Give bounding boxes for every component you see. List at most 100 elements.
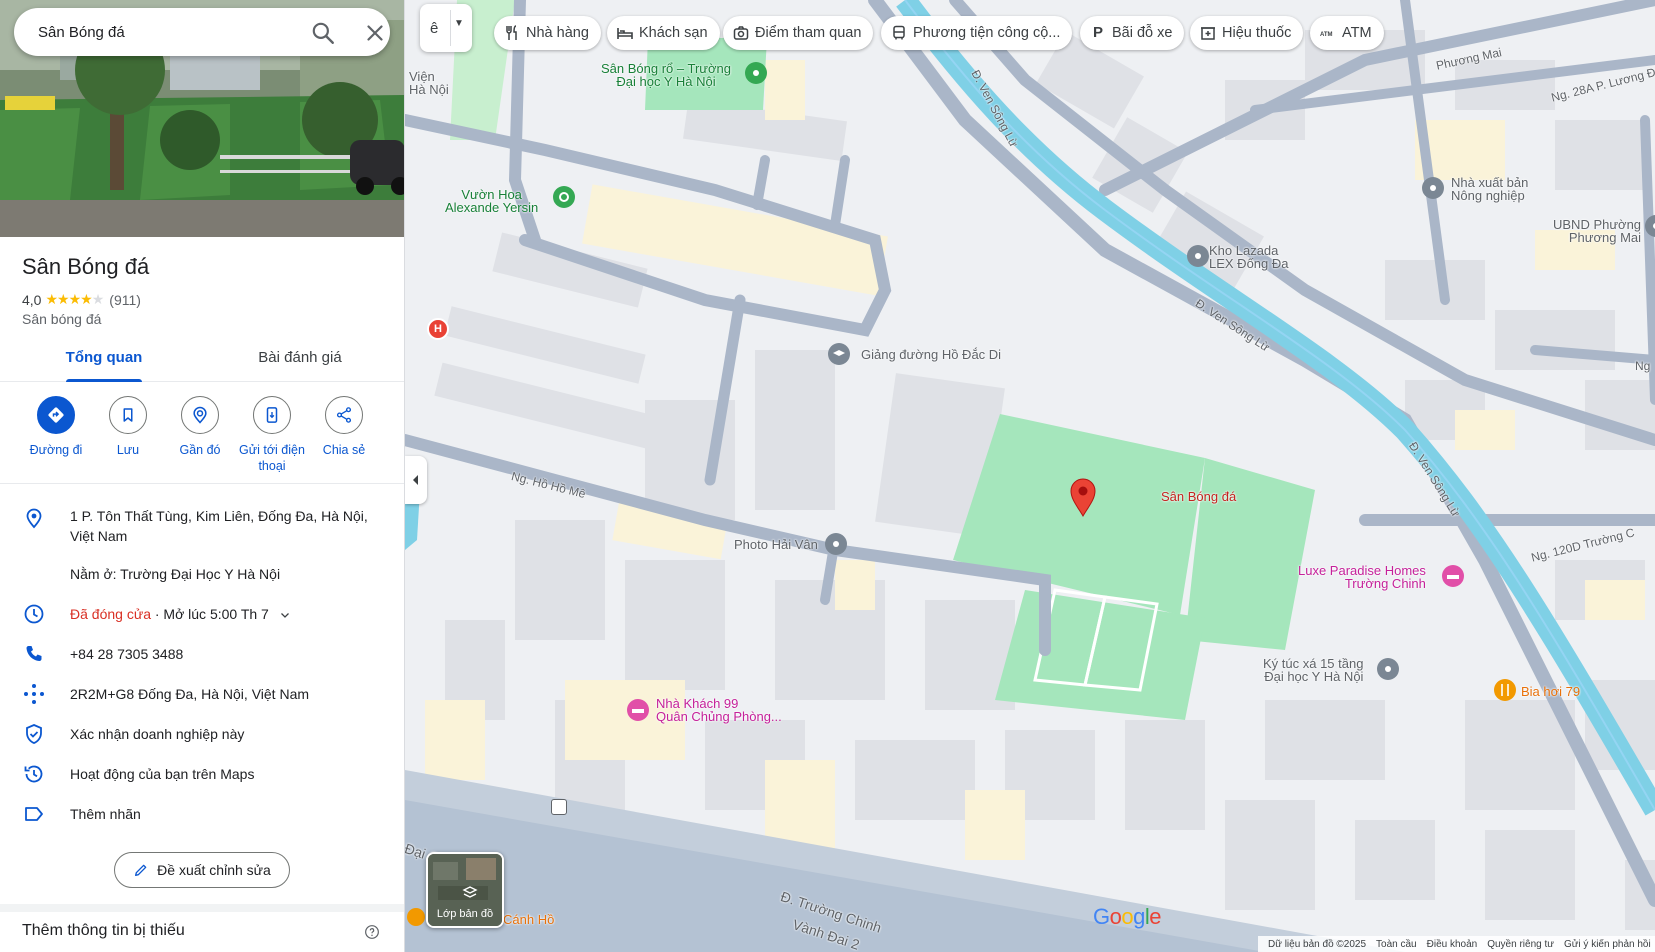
chip-pharmacies[interactable]: Hiệu thuốc bbox=[1190, 16, 1304, 50]
place-tabs: Tổng quan Bài đánh giá bbox=[0, 342, 404, 382]
help-icon[interactable] bbox=[364, 924, 380, 940]
global-link[interactable]: Toàn cầu bbox=[1376, 939, 1417, 950]
map-label-san-bong-da[interactable]: Sân Bóng đá bbox=[1161, 490, 1236, 503]
save-label: Lưu bbox=[116, 443, 140, 457]
suggest-edit-button[interactable]: Đề xuất chỉnh sửa bbox=[114, 852, 290, 888]
dorm-pin-icon[interactable] bbox=[1377, 658, 1399, 680]
map-label-text: Luxe Paradise Homes Trường Chinh bbox=[1298, 563, 1426, 591]
share-label: Chia sẻ bbox=[322, 443, 366, 457]
bus-stop-icon[interactable] bbox=[551, 799, 567, 815]
share-icon bbox=[325, 396, 363, 434]
restaurant-pin-icon[interactable] bbox=[407, 908, 425, 926]
map-label-bia-hoi[interactable]: Bia hơi 79 bbox=[1521, 685, 1580, 698]
plus-code-row[interactable]: 2R2M+G8 Đống Đa, Hà Nội, Việt Nam bbox=[0, 682, 404, 706]
language-selector[interactable]: ê ▼ bbox=[420, 4, 472, 52]
map-label-kho-lazada[interactable]: Kho Lazada LEX Đống Đa bbox=[1209, 244, 1289, 270]
map-label-nxb-nong-nghiep[interactable]: Nhà xuất bản Nông nghiệp bbox=[1451, 176, 1528, 202]
publisher-pin-icon[interactable] bbox=[1422, 177, 1444, 199]
map-label-luxe-paradise[interactable]: Luxe Paradise Homes Trường Chinh bbox=[1298, 564, 1426, 590]
save-button[interactable]: Lưu bbox=[90, 396, 166, 458]
google-maps-window: Sân Bóng đá 4,0 ★★★★★ (911) Sân bóng đá … bbox=[0, 0, 1655, 952]
send-to-phone-button[interactable]: Gửi tới điện thoại bbox=[234, 396, 310, 474]
map-label-vien[interactable]: Viện Hà Nội bbox=[409, 70, 449, 96]
rating-row[interactable]: 4,0 ★★★★★ (911) bbox=[22, 291, 141, 308]
map-layers-button[interactable]: Lớp bản đồ bbox=[426, 852, 504, 928]
google-logo: Google bbox=[1093, 904, 1162, 929]
terms-link[interactable]: Điều khoản bbox=[1427, 939, 1478, 950]
review-count[interactable]: (911) bbox=[109, 292, 141, 308]
rating-stars-icon: ★★★★★ bbox=[45, 291, 104, 308]
map-label-ubnd[interactable]: UBND Phường Phương Mai bbox=[1553, 218, 1641, 244]
place-category[interactable]: Sân bóng đá bbox=[22, 311, 101, 327]
star-icon: ★ bbox=[45, 291, 58, 307]
chip-transit[interactable]: Phương tiện công cộ... bbox=[881, 16, 1073, 50]
rating-value: 4,0 bbox=[22, 291, 42, 308]
tab-overview[interactable]: Tổng quan bbox=[40, 342, 168, 382]
map-label-text: Ký túc xá 15 tầng Đại học Y Hà Nội bbox=[1263, 656, 1364, 684]
map-label-text: Cánh Hồ bbox=[503, 912, 555, 927]
map-label-ky-tuc-xa[interactable]: Ký túc xá 15 tầng Đại học Y Hà Nội bbox=[1263, 657, 1363, 683]
bookmark-icon bbox=[109, 396, 147, 434]
hotel-pin-icon[interactable] bbox=[627, 699, 649, 721]
action-bar: Đường đi Lưu Gần đó Gửi tới điện thoại C… bbox=[0, 390, 404, 482]
map-label-text: UBND Phường Phương Mai bbox=[1553, 217, 1642, 245]
directions-button[interactable]: Đường đi bbox=[18, 396, 94, 458]
chip-label: Điểm tham quan bbox=[755, 25, 862, 41]
share-button[interactable]: Chia sẻ bbox=[306, 396, 382, 458]
map-label-canh-ho[interactable]: Cánh Hồ bbox=[503, 913, 554, 926]
map-canvas[interactable]: H Viện Hà Nội Sân Bóng rổ – Trường Đại h… bbox=[405, 0, 1655, 952]
restaurant-pin-icon[interactable] bbox=[1494, 679, 1516, 701]
privacy-link[interactable]: Quyền riêng tư bbox=[1487, 939, 1554, 950]
claim-business-text: Xác nhận doanh nghiệp này bbox=[70, 726, 245, 742]
map-label-photo-hai-van[interactable]: Photo Hải Vân bbox=[734, 538, 818, 551]
chip-attractions[interactable]: Điểm tham quan bbox=[723, 16, 874, 50]
map-label-san-bong-ro[interactable]: Sân Bóng rổ – Trường Đại học Y Hà Nội bbox=[601, 62, 731, 88]
send-to-phone-label: Gửi tới điện thoại bbox=[239, 443, 305, 473]
star-icon: ★ bbox=[57, 291, 70, 307]
address-row[interactable]: 1 P. Tôn Thất Tùng, Kim Liên, Đống Đa, H… bbox=[0, 506, 404, 550]
park-pin-icon[interactable] bbox=[745, 62, 767, 84]
chevron-down-icon[interactable] bbox=[279, 609, 291, 621]
map-label-vuon-hoa[interactable]: Vườn Hoa Alexande Yersin bbox=[445, 188, 538, 214]
located-in-row[interactable]: Nằm ở: Trường Đại Học Y Hà Nội bbox=[0, 564, 404, 586]
phone-icon bbox=[22, 642, 46, 666]
garden-pin-icon[interactable] bbox=[553, 186, 575, 208]
pharmacy-icon bbox=[1201, 27, 1215, 40]
divider bbox=[450, 10, 451, 46]
hours-row[interactable]: Đã đóng cửa · Mở lúc 5:00 Th 7 bbox=[0, 602, 404, 626]
phone-text: +84 28 7305 3488 bbox=[70, 646, 184, 662]
add-label-row[interactable]: Thêm nhãn bbox=[0, 802, 404, 826]
feedback-link[interactable]: Gửi ý kiến phản hồi bbox=[1564, 939, 1651, 950]
phone-send-icon bbox=[253, 396, 291, 434]
warehouse-pin-icon[interactable] bbox=[1187, 245, 1209, 267]
map-label-text: Sân Bóng đá bbox=[1161, 489, 1237, 504]
chip-label: Hiệu thuốc bbox=[1222, 25, 1292, 41]
phone-row[interactable]: +84 28 7305 3488 bbox=[0, 642, 404, 666]
map-label-text: Vườn Hoa Alexande Yersin bbox=[445, 187, 539, 215]
collapse-panel-button[interactable] bbox=[405, 456, 427, 504]
hospital-pin-icon[interactable]: H bbox=[427, 318, 449, 340]
bus-icon bbox=[893, 25, 905, 40]
chip-hotels[interactable]: Khách sạn bbox=[607, 16, 720, 50]
claim-business-row[interactable]: Xác nhận doanh nghiệp này bbox=[0, 722, 404, 746]
maps-activity-text: Hoạt động của bạn trên Maps bbox=[70, 766, 255, 782]
map-label-giang-duong[interactable]: Giảng đường Hồ Đắc Di bbox=[861, 348, 1001, 361]
map-label-text: Photo Hải Vân bbox=[734, 537, 818, 552]
chip-atm[interactable]: ATM ATM bbox=[1310, 16, 1384, 50]
hotel-pin-icon[interactable] bbox=[1442, 565, 1464, 587]
tab-reviews[interactable]: Bài đánh giá bbox=[236, 342, 364, 382]
school-pin-icon[interactable] bbox=[828, 343, 850, 365]
maps-activity-row[interactable]: Hoạt động của bạn trên Maps bbox=[0, 762, 404, 786]
search-input[interactable] bbox=[38, 8, 288, 56]
map-label-nha-khach[interactable]: Nhà Khách 99 Quân Chủng Phòng... bbox=[656, 697, 782, 723]
selected-place-marker-icon[interactable] bbox=[1069, 477, 1097, 517]
nearby-icon bbox=[181, 396, 219, 434]
chip-restaurants[interactable]: Nhà hàng bbox=[494, 16, 601, 50]
nearby-button[interactable]: Gần đó bbox=[162, 396, 238, 458]
search-icon[interactable] bbox=[310, 20, 336, 46]
chip-label: Khách sạn bbox=[639, 25, 708, 41]
shop-pin-icon[interactable] bbox=[825, 533, 847, 555]
close-icon[interactable] bbox=[362, 20, 388, 46]
hours-status: Đã đóng cửa bbox=[70, 606, 151, 622]
chip-parking[interactable]: P Bãi đỗ xe bbox=[1080, 16, 1185, 50]
